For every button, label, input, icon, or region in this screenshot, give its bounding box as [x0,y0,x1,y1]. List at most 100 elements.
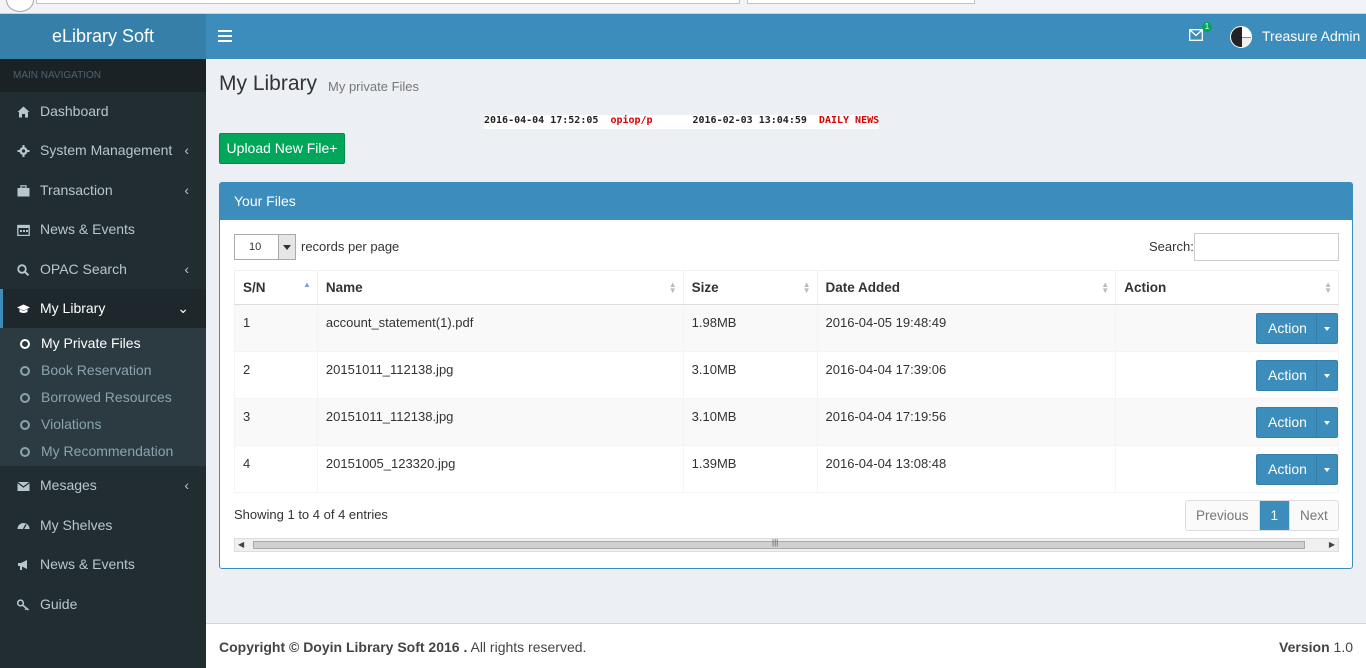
action-dropdown-button[interactable]: Action [1256,313,1338,344]
column-header-label: Name [325,280,363,295]
records-per-page-value: 10 [249,241,262,253]
caret-down-icon[interactable] [1316,314,1337,343]
upload-new-file-button[interactable]: Upload New File+ [219,133,345,164]
browser-toolbar [0,0,1366,14]
chevron-left-icon: ‹ [184,260,189,277]
sidebar-item-opac-search[interactable]: OPAC Search ‹ [0,250,206,289]
browser-address-bar[interactable] [36,0,740,4]
action-dropdown-button[interactable]: Action [1256,407,1338,438]
action-dropdown-button[interactable]: Action [1256,360,1338,391]
caret-down-icon[interactable] [1316,455,1337,484]
cell-action: Action [1115,445,1339,493]
next-page-button[interactable]: Next [1289,501,1338,530]
sidebar-item-label: System Management [40,142,173,159]
cell-date: 2016-04-05 19:48:49 [816,304,1117,352]
page-subtitle: My private Files [328,79,420,94]
dropdown-arrow-icon[interactable] [278,235,295,259]
sidebar-section-header: MAIN NAVIGATION [0,59,206,92]
scroll-right-icon[interactable]: ▶ [1329,540,1335,549]
column-header-sn[interactable]: S/N ▲ [234,270,318,305]
files-table: S/N ▲ Name ▲ ▼ Size ▲ ▼ Date Added ▲ ▼ Action ▲ ▼… [234,270,1339,493]
graduation-cap-icon [17,304,30,313]
envelope-icon[interactable] [1189,29,1203,41]
cell-size: 1.98MB [682,304,818,352]
sidebar-item-label: My Shelves [40,516,113,533]
circle-icon [20,446,30,457]
ticker-text: opiop/p [610,115,653,126]
caret-down-icon[interactable] [1316,408,1337,437]
column-header-date-added[interactable]: Date Added ▲ ▼ [816,270,1117,305]
browser-back-button[interactable] [6,0,34,12]
cell-sn: 4 [234,445,318,493]
sidebar-item-label: Transaction [40,181,113,198]
scrollbar-thumb[interactable] [253,541,1305,549]
sidebar-subitem-label: Book Reservation [41,362,152,379]
news-ticker[interactable]: 2016-04-04 17:52:05 opiop/p 2016-02-03 1… [484,115,880,129]
panel-title: Your Files [220,183,1352,220]
cell-name: 20151005_123320.jpg [316,445,684,493]
page-1-button[interactable]: 1 [1259,501,1290,530]
circle-icon [20,339,30,350]
version-label: Version [1279,639,1330,655]
caret-down-icon[interactable] [1316,361,1337,390]
chevron-left-icon: ‹ [184,181,189,198]
action-button-label[interactable]: Action [1257,314,1318,343]
copyright-label[interactable]: Copyright © Doyin Library Soft 2016 . [219,639,467,655]
circle-icon [20,366,30,377]
sidebar-subitem-borrowed-resources[interactable]: Borrowed Resources [0,384,206,411]
sidebar-subitem-label: Borrowed Resources [41,388,172,405]
dashboard-gauge-icon [17,522,30,530]
action-button-label[interactable]: Action [1257,455,1318,484]
gear-icon [17,145,30,158]
sidebar-subitem-book-reservation[interactable]: Book Reservation [0,357,206,384]
page-title: My Library [219,72,318,95]
sidebar-toggle-icon[interactable] [218,27,232,45]
table-row: 3 20151011_112138.jpg 3.10MB 2016-04-04 … [234,398,1339,446]
cell-action: Action [1115,351,1339,399]
envelope-icon [17,482,30,492]
version-value: 1.0 [1333,639,1353,655]
sidebar-item-my-library[interactable]: My Library ⌄ [0,288,206,329]
sidebar-subitem-my-recommendation[interactable]: My Recommendation [0,438,206,465]
sidebar-item-system-management[interactable]: System Management ‹ [0,131,206,170]
sidebar-subitem-my-private-files[interactable]: My Private Files [0,330,206,357]
sidebar-item-guide[interactable]: Guide [0,585,206,624]
cell-name: 20151011_112138.jpg [316,351,684,399]
scroll-left-icon[interactable]: ◀ [238,540,244,549]
table-row: 2 20151011_112138.jpg 3.10MB 2016-04-04 … [234,351,1339,399]
action-dropdown-button[interactable]: Action [1256,454,1338,485]
cell-sn: 2 [234,351,318,399]
records-per-page-select[interactable]: 10 [234,234,296,260]
sidebar-item-my-shelves[interactable]: My Shelves [0,506,206,545]
scrollbar-grip-icon: ||| [772,538,779,547]
chevron-left-icon: ‹ [184,142,189,159]
cell-size: 1.39MB [682,445,818,493]
column-header-name[interactable]: Name ▲ ▼ [316,270,684,305]
search-input[interactable] [1194,233,1339,261]
ticker-date: 2016-04-04 17:52:05 [484,115,599,126]
column-header-label: Size [691,280,719,295]
column-header-label: Action [1124,280,1167,295]
browser-search-bar[interactable] [747,0,975,4]
column-header-label: Date Added [825,280,901,295]
action-button-label[interactable]: Action [1257,361,1318,390]
ticker-text: DAILY NEWS [818,115,880,126]
sidebar-item-news-events-2[interactable]: News & Events [0,545,206,584]
sidebar-item-messages[interactable]: Mesages ‹ [0,466,206,505]
sidebar-item-transaction[interactable]: Transaction ‹ [0,171,206,210]
version-text: Version 1.0 [1279,639,1353,655]
action-button-label[interactable]: Action [1257,408,1318,437]
column-header-action[interactable]: Action ▲ ▼ [1115,270,1339,305]
cell-action: Action [1115,304,1339,352]
previous-page-button[interactable]: Previous [1186,501,1260,530]
cell-action: Action [1115,398,1339,446]
horizontal-scrollbar[interactable]: ◀ ||| ▶ [234,538,1339,552]
avatar[interactable] [1230,26,1252,48]
user-name[interactable]: Treasure Admin [1262,14,1360,59]
sidebar-subitem-violations[interactable]: Violations [0,411,206,438]
column-header-size[interactable]: Size ▲ ▼ [682,270,818,305]
app-logo[interactable]: eLibrary Soft [0,14,206,59]
sidebar-item-news-events[interactable]: News & Events [0,210,206,249]
sort-icon: ▲ ▼ [1324,280,1332,295]
sidebar-item-dashboard[interactable]: Dashboard [0,92,206,131]
